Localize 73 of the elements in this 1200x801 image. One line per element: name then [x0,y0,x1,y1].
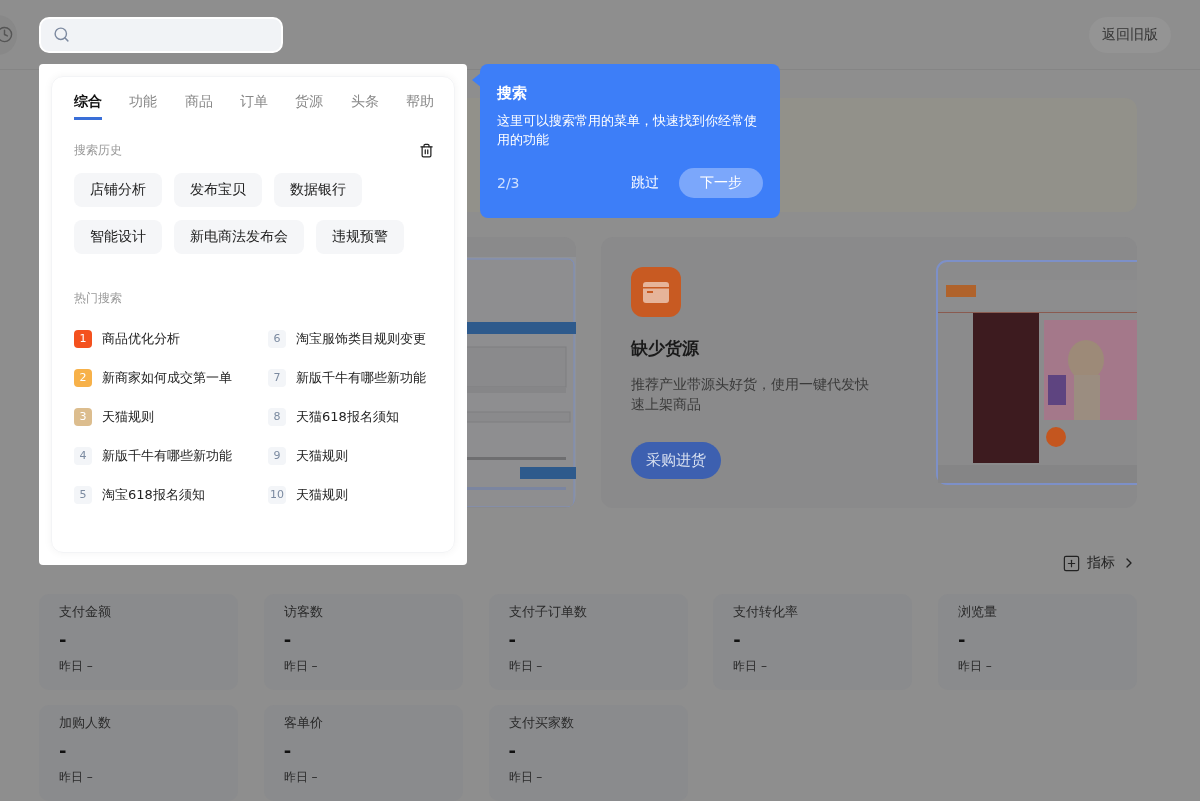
rank-badge: 10 [268,485,286,504]
hot-search-item[interactable]: 6 淘宝服饰类目规则变更 [268,319,434,358]
section-title: 热门搜索 [74,290,122,307]
rank-badge: 6 [268,329,286,348]
rank-badge: 2 [74,368,92,387]
search-tab[interactable]: 功能 [129,93,158,120]
hot-search-item[interactable]: 2 新商家如何成交第一单 [74,358,268,397]
hot-search-item[interactable]: 5 淘宝618报名须知 [74,475,268,514]
step-counter: 2/3 [497,175,520,191]
box-icon [630,266,681,317]
promo-description: 推荐产业带源头好货，使用一键代发快速上架商品 [630,374,870,414]
rank-badge: 4 [74,446,92,465]
metric-value: - [958,629,966,650]
purchase-button[interactable]: 采购进货 [630,441,721,479]
metric-label: 支付金额 [59,603,111,621]
metric-label: 加购人数 [59,714,111,732]
metric-value: - [59,629,67,650]
rank-badge: 3 [74,407,92,426]
add-icon[interactable] [1062,553,1081,573]
rank-badge: 5 [74,485,92,504]
rank-badge: 7 [268,368,286,387]
metric-compare: 昨日 – [958,658,992,675]
back-button[interactable]: 返回旧版 [1089,16,1171,53]
hot-search-item[interactable]: 8 天猫618报名须知 [268,397,434,436]
metric-compare: 昨日 – [59,769,93,786]
tooltip-title: 搜索 [497,84,528,103]
history-chip[interactable]: 数据银行 [274,173,362,207]
search-tab[interactable]: 订单 [240,93,268,120]
history-chip[interactable]: 违规预警 [316,220,404,254]
hot-search-item[interactable]: 10 天猫规则 [268,475,434,514]
metric-label: 支付转化率 [733,603,799,621]
tooltip-text: 这里可以搜索常用的菜单，快速找到你经常使用的功能 [497,112,758,149]
metric-label: 浏览量 [958,603,997,621]
rank-badge: 9 [268,446,286,465]
skip-button[interactable]: 跳过 [625,173,665,193]
hot-search-item[interactable]: 3 天猫规则 [74,397,268,436]
metrics-link[interactable]: 指标 [1087,554,1115,572]
section-title: 搜索历史 [74,142,122,159]
rank-badge: 1 [74,329,92,348]
metric-value: - [283,629,292,650]
promo-title: 缺少货源 [630,336,700,360]
search-tab[interactable]: 综合 [74,93,102,120]
rank-badge: 8 [268,407,286,426]
search-tab[interactable]: 帮助 [405,93,434,120]
metric-value: - [508,629,516,650]
metric-compare: 昨日 – [59,658,93,675]
metric-label: 客单价 [283,714,323,732]
history-chip[interactable]: 新电商法发布会 [174,220,304,254]
metric-label: 支付买家数 [508,714,574,732]
search-icon [53,26,70,43]
trash-icon[interactable] [419,143,434,158]
metric-value: - [733,629,741,650]
search-tab[interactable]: 商品 [184,93,213,120]
search-tab[interactable]: 头条 [350,93,379,120]
metric-label: 支付子订单数 [508,603,587,621]
metric-compare: 昨日 – [283,769,318,786]
metric-value: - [283,740,292,761]
metric-value: - [508,740,516,761]
hot-search-item[interactable]: 9 天猫规则 [268,436,434,475]
metric-value: - [59,740,67,761]
history-chip[interactable]: 店铺分析 [74,173,162,207]
metric-label: 访客数 [283,603,323,621]
history-chip[interactable]: 智能设计 [74,220,162,254]
metric-compare: 昨日 – [283,658,318,675]
metric-compare: 昨日 – [508,658,543,675]
metric-compare: 昨日 – [508,769,543,786]
search-field[interactable] [39,16,283,53]
hot-search-item[interactable]: 7 新版千牛有哪些新功能 [268,358,434,397]
metric-compare: 昨日 – [733,658,768,675]
history-chip[interactable]: 发布宝贝 [174,173,262,207]
hot-search-item[interactable]: 1 商品优化分析 [74,319,268,358]
search-tab[interactable]: 货源 [295,93,324,120]
hot-search-item[interactable]: 4 新版千牛有哪些新功能 [74,436,268,475]
